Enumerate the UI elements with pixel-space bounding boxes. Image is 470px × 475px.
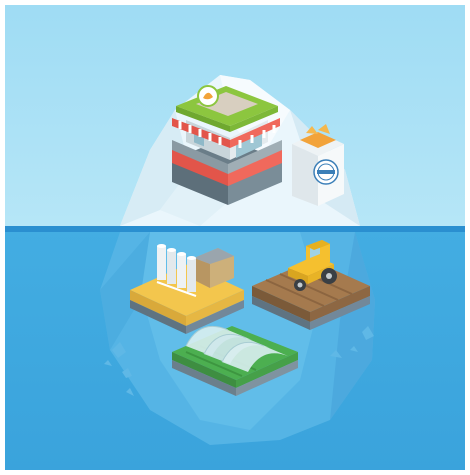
waterline: [5, 226, 465, 232]
iceberg-illustration: [0, 0, 470, 475]
iceberg-scene: [0, 0, 470, 475]
